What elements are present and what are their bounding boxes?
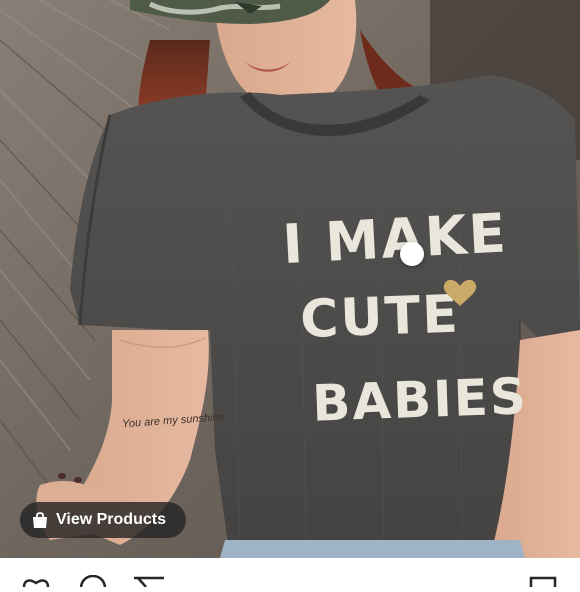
shirt-text-line-2: CUTE bbox=[299, 285, 460, 351]
product-tag-dot[interactable] bbox=[400, 242, 424, 266]
post-photo[interactable]: You are my sunshine I MAKE CUTE BABIES bbox=[0, 0, 580, 558]
bookmark-icon[interactable] bbox=[528, 574, 558, 592]
jeans bbox=[220, 540, 525, 558]
shirt-text-line-1: I MAKE bbox=[281, 201, 509, 276]
share-icon[interactable] bbox=[132, 574, 166, 592]
heart-icon[interactable] bbox=[20, 574, 52, 592]
post-image: You are my sunshine I MAKE CUTE BABIES bbox=[0, 0, 580, 558]
post-action-bar bbox=[0, 558, 580, 588]
shirt-text-line-3: BABIES bbox=[311, 367, 529, 432]
view-products-button[interactable]: View Products bbox=[20, 502, 186, 538]
comment-icon[interactable] bbox=[78, 574, 108, 592]
shopping-bag-icon bbox=[32, 511, 48, 529]
view-products-label: View Products bbox=[56, 511, 166, 528]
